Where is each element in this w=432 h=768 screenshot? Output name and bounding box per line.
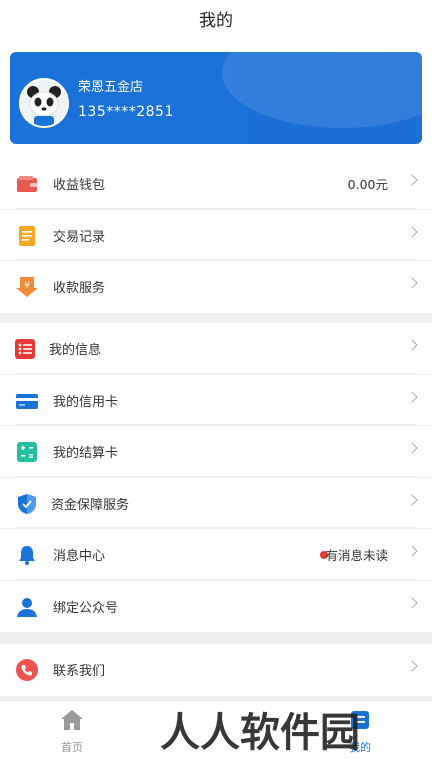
divider	[16, 259, 416, 260]
menu-row-credit-card[interactable]: 我的信用卡	[0, 375, 432, 426]
menu-label: 交易记录	[53, 229, 106, 245]
phone-icon	[16, 659, 38, 681]
menu-row-my-info[interactable]: 我的信息	[0, 323, 432, 375]
menu-label: 我的结算卡	[53, 446, 119, 461]
chevron-right-icon	[406, 174, 418, 186]
divider	[16, 527, 416, 528]
shop-name: 荣恩五金店	[78, 80, 144, 95]
divider	[16, 578, 416, 580]
menu-label: 收款服务	[53, 281, 106, 296]
wallet-balance: 0.00元	[347, 177, 388, 192]
home-icon	[61, 710, 83, 730]
chevron-right-icon	[406, 493, 418, 506]
chevron-right-icon	[406, 225, 418, 238]
phone-number: 135****2851	[78, 104, 174, 120]
unread-status: 有消息未读	[325, 548, 388, 563]
menu-label: 资金保障服务	[51, 497, 130, 513]
divider	[16, 475, 416, 477]
menu-label: 我的信息	[49, 343, 102, 358]
calculator-icon	[16, 441, 38, 463]
divider	[16, 424, 416, 425]
menu-row-contact[interactable]: 联系我们	[0, 644, 432, 696]
chevron-right-icon	[406, 390, 418, 403]
menu-label: 我的信用卡	[53, 394, 119, 410]
document-icon	[16, 225, 38, 247]
chevron-right-icon	[406, 339, 418, 351]
menu-group-2: 我的信息 我的信用卡 我的结算卡 资金保障服务 消息中心 有消息未读 绑定公众号	[0, 323, 432, 632]
chevron-right-icon	[406, 442, 418, 454]
shield-icon	[16, 493, 38, 515]
divider	[16, 207, 416, 209]
credit-card-icon	[16, 390, 38, 412]
person-icon	[16, 596, 38, 618]
menu-group-1: 收益钱包 0.00元 交易记录 ¥ 收款服务	[0, 158, 432, 313]
menu-label: 收益钱包	[53, 178, 106, 193]
chevron-right-icon	[406, 277, 418, 289]
menu-row-messages[interactable]: 消息中心 有消息未读	[0, 529, 432, 581]
menu-row-collection[interactable]: ¥ 收款服务	[0, 261, 432, 313]
avatar[interactable]	[19, 78, 69, 128]
menu-row-fund-protection[interactable]: 资金保障服务	[0, 478, 432, 529]
menu-row-settlement-card[interactable]: 我的结算卡	[0, 426, 432, 478]
bell-icon	[16, 544, 38, 566]
menu-row-transactions[interactable]: 交易记录	[0, 210, 432, 261]
svg-text:¥: ¥	[24, 281, 30, 291]
tab-label: 首页	[61, 741, 83, 754]
divider	[16, 372, 416, 374]
card-wave-decoration	[222, 52, 422, 128]
menu-label: 联系我们	[53, 664, 106, 679]
profile-card[interactable]: 荣恩五金店 135****2851	[10, 52, 422, 144]
list-icon	[14, 338, 36, 360]
menu-label: 绑定公众号	[53, 600, 119, 616]
watermark: 人人软件园	[160, 710, 360, 756]
menu-row-bind-account[interactable]: 绑定公众号	[0, 581, 432, 633]
menu-group-3: 联系我们	[0, 644, 432, 696]
menu-row-wallet[interactable]: 收益钱包 0.00元	[0, 158, 432, 210]
chevron-right-icon	[406, 545, 418, 557]
tab-home[interactable]: 首页	[42, 709, 102, 755]
chevron-right-icon	[406, 660, 418, 672]
page-title: 我的	[199, 11, 233, 31]
menu-label: 消息中心	[53, 549, 106, 564]
yuan-download-icon: ¥	[16, 276, 38, 298]
wallet-icon	[16, 173, 38, 195]
chevron-right-icon	[406, 596, 418, 609]
